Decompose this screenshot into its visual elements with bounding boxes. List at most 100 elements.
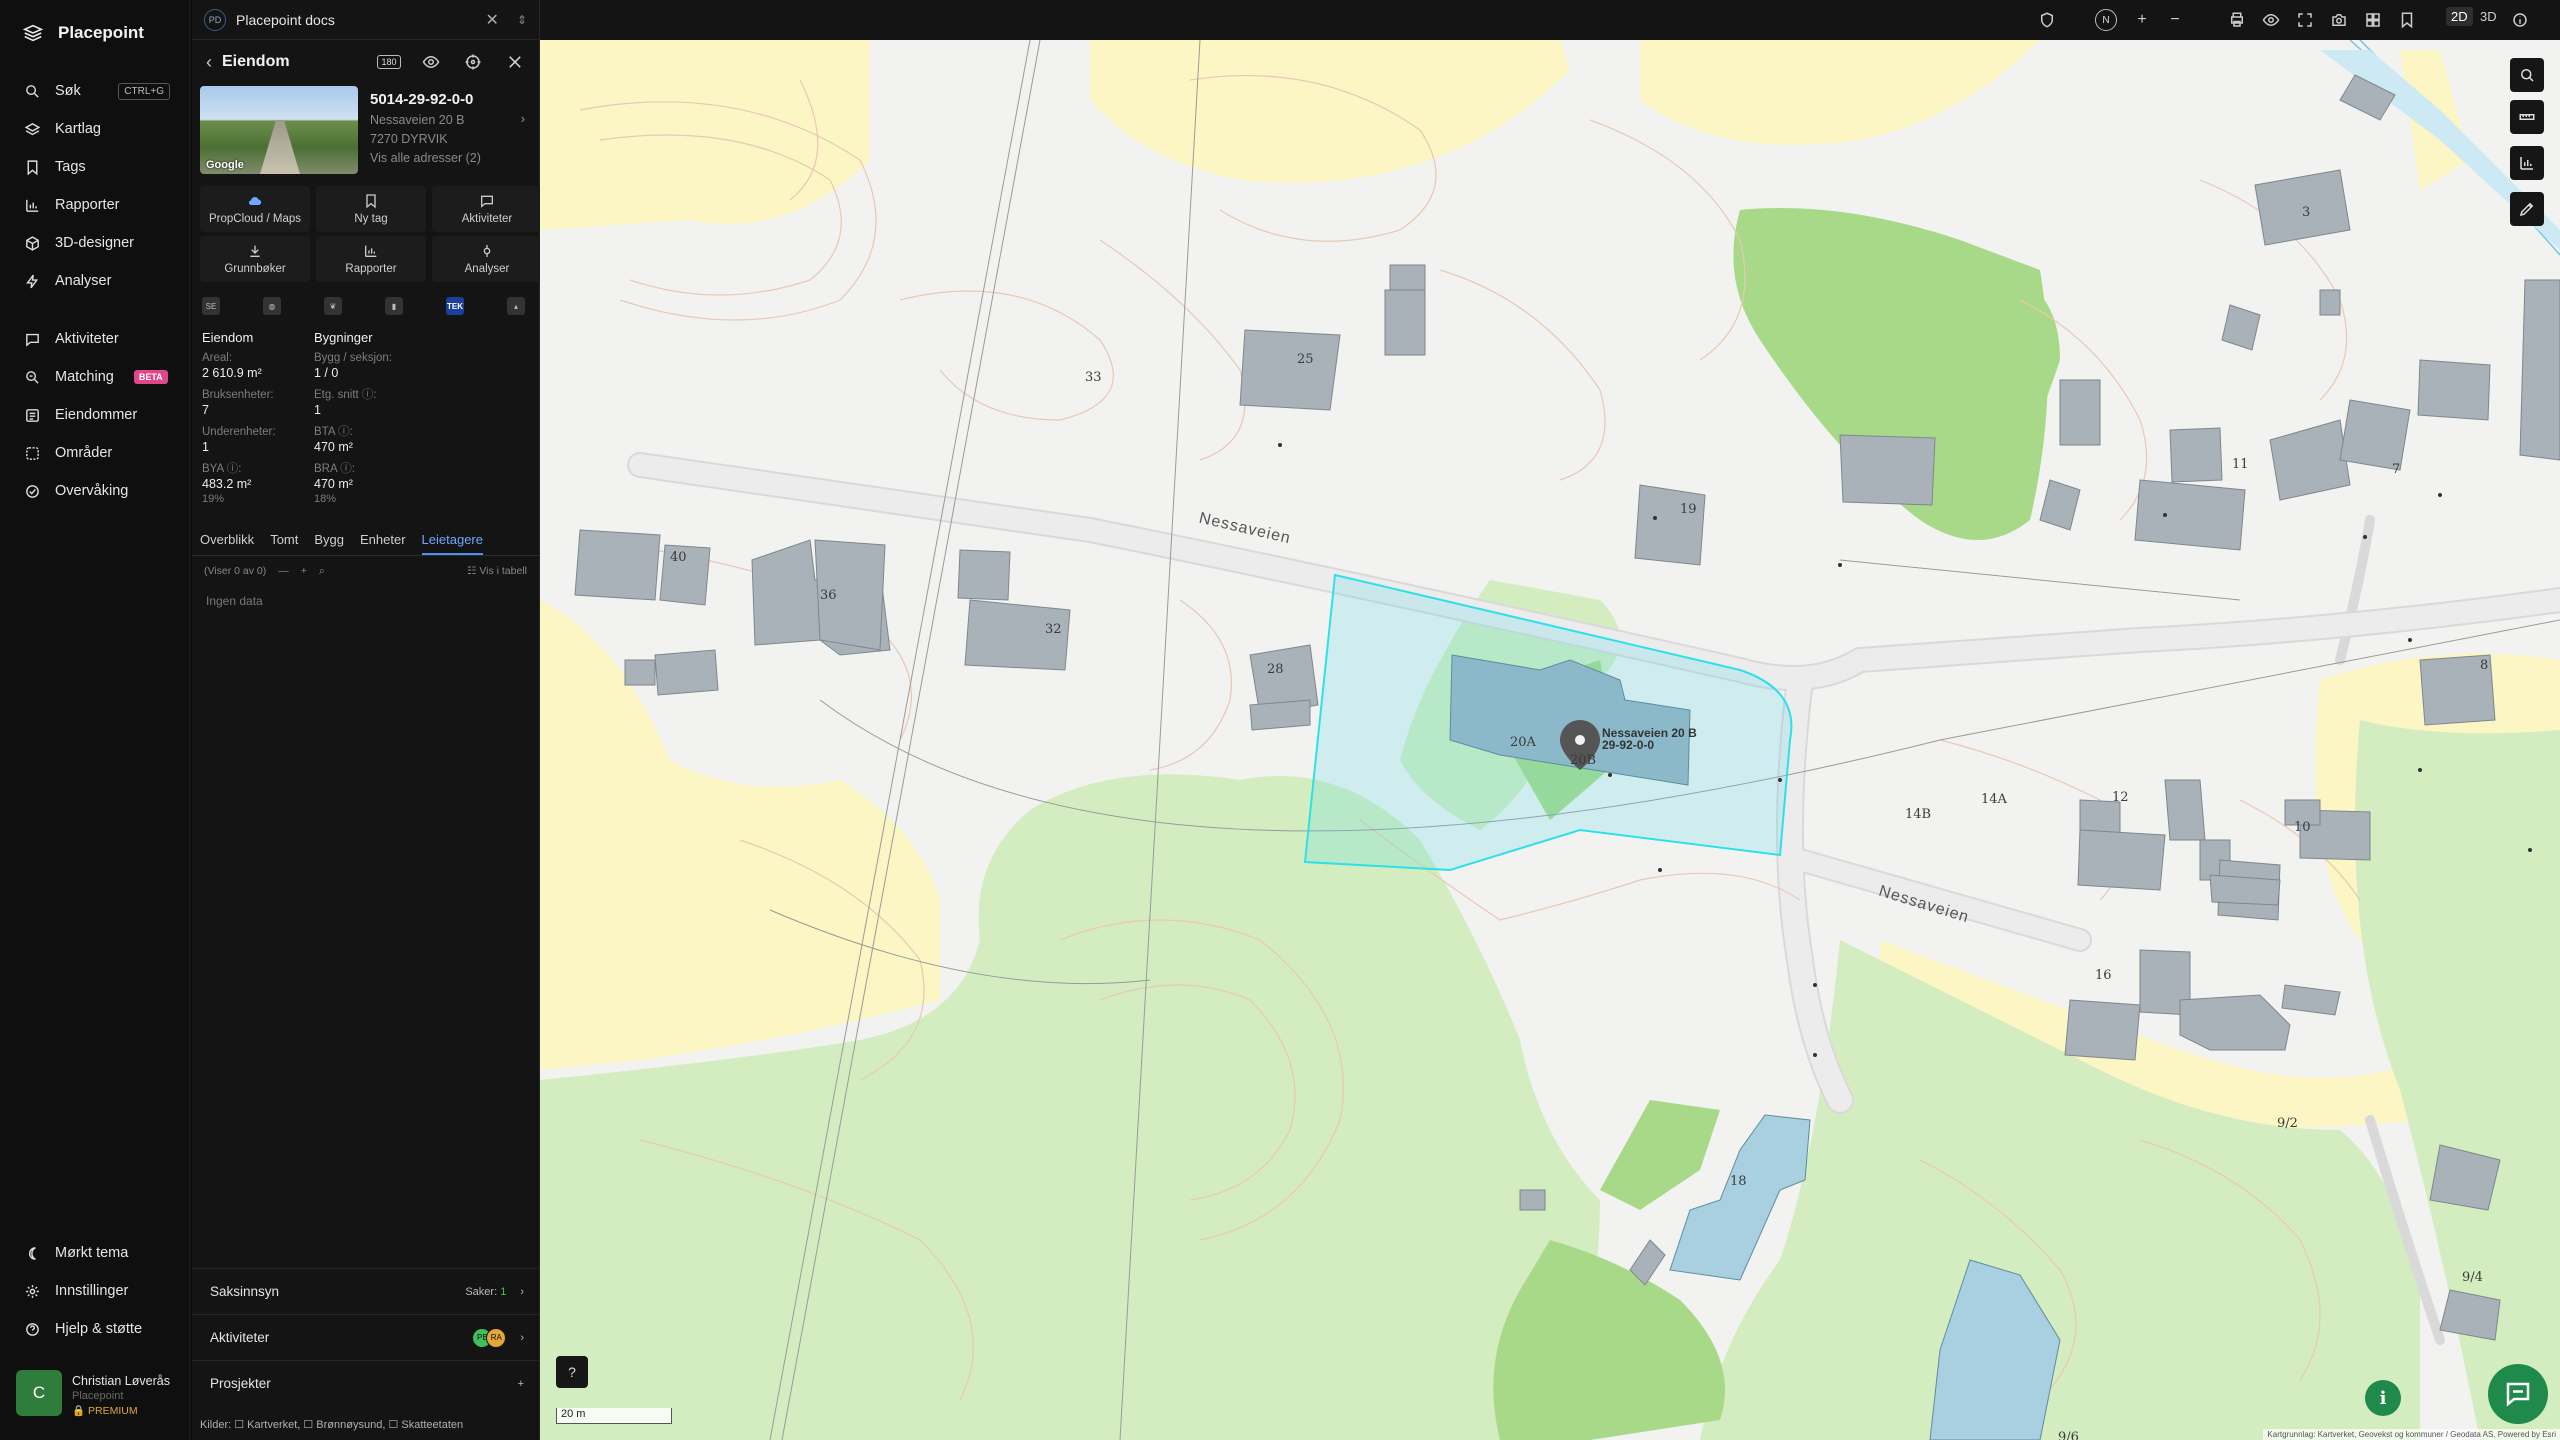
chart-icon bbox=[2520, 157, 2533, 170]
nav-label: Tags bbox=[55, 159, 86, 175]
close-icon[interactable]: ✕ bbox=[486, 10, 499, 30]
stat-percent: 18% bbox=[314, 493, 337, 505]
more-icon[interactable]: ▴ bbox=[507, 297, 525, 315]
tab-leietagere[interactable]: Leietagere bbox=[421, 528, 483, 555]
building-number: 10 bbox=[2294, 820, 2311, 835]
tab-overblikk[interactable]: Overblikk bbox=[200, 528, 254, 555]
draw-tool[interactable] bbox=[2510, 192, 2544, 226]
brand-logo[interactable]: Placepoint bbox=[22, 22, 144, 44]
building-number: 19 bbox=[1680, 502, 1697, 517]
elevation-tool[interactable] bbox=[2510, 146, 2544, 180]
street-view-180-icon[interactable]: 180 bbox=[377, 52, 401, 72]
zoom-out-icon[interactable]: − bbox=[2163, 8, 2187, 32]
nav-help[interactable]: Hjelp & støtte bbox=[0, 1310, 190, 1348]
activities-button[interactable]: Aktiviteter bbox=[432, 186, 542, 232]
add-icon[interactable]: + bbox=[518, 1378, 524, 1390]
support-chat-button[interactable] bbox=[2488, 1364, 2548, 1424]
show-all-addresses-link[interactable]: Vis alle adresser (2) bbox=[370, 149, 531, 168]
compass-icon[interactable]: N bbox=[2095, 9, 2117, 31]
camera-icon[interactable] bbox=[2327, 8, 2351, 32]
building-number: 7 bbox=[2392, 462, 2401, 477]
nav-eiendommer[interactable]: Eiendommer bbox=[0, 396, 190, 434]
nav-3d-designer[interactable]: 3D-designer bbox=[0, 224, 190, 262]
nav-label: Overvåking bbox=[55, 483, 129, 499]
document-tab[interactable]: PD Placepoint docs ✕ ⇕ bbox=[192, 0, 539, 40]
map-canvas[interactable]: 33 25 40 36 32 28 19 20A 20B 3 11 7 8 14… bbox=[540, 40, 2560, 1440]
tab-tomt[interactable]: Tomt bbox=[270, 528, 298, 555]
grid-icon[interactable] bbox=[2361, 8, 2385, 32]
section-saksinnsyn[interactable]: Saksinnsyn Saker: 1 › bbox=[192, 1268, 540, 1314]
no-data-text: Ingen data bbox=[206, 594, 263, 608]
search-icon[interactable]: ⌕ bbox=[319, 565, 325, 578]
nav-dark-theme[interactable]: Mørkt tema bbox=[0, 1234, 190, 1272]
land-registry-button[interactable]: Grunnbøker bbox=[200, 236, 310, 282]
panel-title: Eiendom bbox=[222, 53, 290, 70]
nav-search[interactable]: Søk CTRL+G bbox=[0, 72, 190, 110]
add-icon[interactable]: + bbox=[301, 565, 307, 577]
new-tag-button[interactable]: Ny tag bbox=[316, 186, 426, 232]
select-area-tool[interactable] bbox=[2510, 58, 2544, 92]
nav-label: Rapporter bbox=[55, 197, 120, 213]
zoom-in-icon[interactable]: + bbox=[2130, 8, 2154, 32]
plant-icon[interactable]: ❦ bbox=[324, 297, 342, 315]
tab-enheter[interactable]: Enheter bbox=[360, 528, 406, 555]
chevron-updown-icon[interactable]: ⇕ bbox=[517, 13, 527, 27]
property-id: 5014-29-92-0-0 bbox=[370, 91, 474, 108]
eye-icon[interactable] bbox=[421, 52, 441, 72]
stat-percent: 19% bbox=[202, 493, 225, 505]
info-button[interactable]: i bbox=[2365, 1380, 2401, 1416]
section-aktiviteter[interactable]: Aktiviteter PB RA › bbox=[192, 1314, 540, 1360]
nav-rapporter[interactable]: Rapporter bbox=[0, 186, 190, 224]
shield-icon[interactable] bbox=[2035, 8, 2059, 32]
analyses-button[interactable]: Analyser bbox=[432, 236, 542, 282]
street-view-photo[interactable]: Google bbox=[200, 86, 358, 174]
nav-matching[interactable]: Matching BETA bbox=[0, 358, 190, 396]
section-title: Prosjekter bbox=[210, 1376, 271, 1391]
nav-tags[interactable]: Tags bbox=[0, 148, 190, 186]
nav-label: Områder bbox=[55, 445, 113, 461]
nav-omrader[interactable]: Områder bbox=[0, 434, 190, 472]
nav-label: Hjelp & støtte bbox=[55, 1321, 143, 1337]
propcloud-button[interactable]: PropCloud / Maps bbox=[200, 186, 310, 232]
measure-tool[interactable] bbox=[2510, 100, 2544, 134]
bookmark-icon bbox=[27, 159, 38, 175]
print-icon[interactable] bbox=[2225, 8, 2249, 32]
section-title: Saksinnsyn bbox=[210, 1284, 280, 1299]
view-as-table-button[interactable]: ☷ Vis i tabell bbox=[467, 565, 527, 577]
stat-label: Areal: bbox=[202, 352, 233, 364]
reports-button[interactable]: Rapporter bbox=[316, 236, 426, 282]
nav-label: Matching bbox=[55, 369, 114, 385]
nav-aktiviteter[interactable]: Aktiviteter bbox=[0, 320, 190, 358]
view-3d-button[interactable]: 3D bbox=[2480, 9, 2497, 24]
info-icon[interactable] bbox=[2508, 8, 2532, 32]
bookmark-icon[interactable] bbox=[2395, 8, 2419, 32]
bars-icon[interactable]: ▮ bbox=[385, 297, 403, 315]
action-grid: PropCloud / Maps Ny tag Aktiviteter Grun… bbox=[192, 186, 542, 282]
building-number: 14A bbox=[1981, 792, 2007, 807]
user-profile[interactable]: C Christian Løverås Placepoint 🔒 PREMIUM bbox=[16, 1370, 176, 1422]
close-icon[interactable] bbox=[505, 52, 525, 72]
map-help-button[interactable]: ? bbox=[556, 1356, 588, 1388]
nav-settings[interactable]: Innstillinger bbox=[0, 1272, 190, 1310]
nav-label: Kartlag bbox=[55, 121, 101, 137]
building-number: 33 bbox=[1085, 370, 1102, 385]
fullscreen-icon[interactable] bbox=[2293, 8, 2317, 32]
tek-layer-icon[interactable]: TEK bbox=[446, 297, 464, 315]
globe-icon[interactable]: ◍ bbox=[263, 297, 281, 315]
back-arrow-icon[interactable]: ‹ bbox=[206, 52, 212, 73]
building-number: 9/2 bbox=[2277, 1116, 2298, 1131]
section-prosjekter[interactable]: Prosjekter + bbox=[192, 1360, 540, 1406]
view-as-table-label: Vis i tabell bbox=[479, 565, 527, 577]
target-icon[interactable] bbox=[463, 52, 483, 72]
property-info[interactable]: 5014-29-92-0-0 Nessaveien 20 B 7270 DYRV… bbox=[370, 86, 531, 180]
stats-property-title: Eiendom bbox=[202, 330, 254, 345]
nav-overvaking[interactable]: Overvåking bbox=[0, 472, 190, 510]
tab-bygg[interactable]: Bygg bbox=[314, 528, 344, 555]
nav-kartlag[interactable]: Kartlag bbox=[0, 110, 190, 148]
view-2d-button[interactable]: 2D bbox=[2446, 7, 2473, 26]
participant-chips: PB RA bbox=[472, 1327, 507, 1348]
collapse-icon[interactable]: — bbox=[278, 565, 289, 577]
nav-analyser[interactable]: Analyser bbox=[0, 262, 190, 300]
eye-icon[interactable] bbox=[2259, 8, 2283, 32]
se-layer-icon[interactable]: SE bbox=[202, 297, 220, 315]
